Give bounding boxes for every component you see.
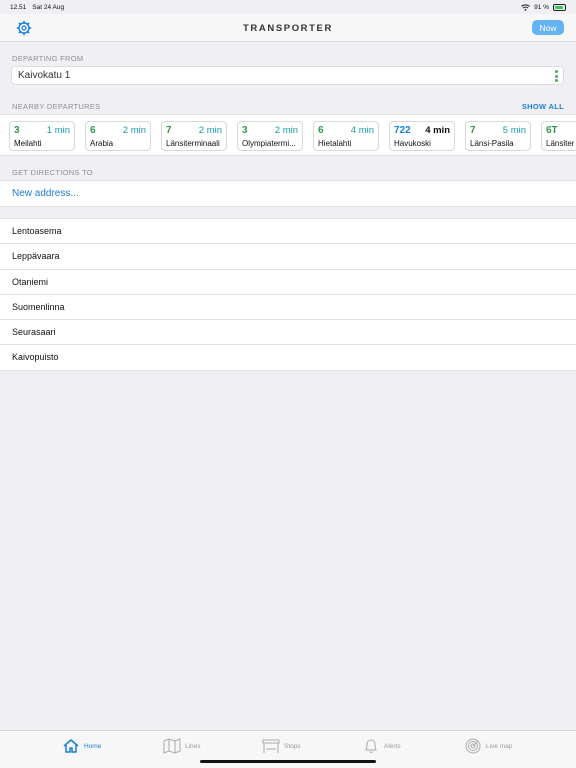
departing-from-field[interactable]: Kaivokatu 1 — [11, 66, 564, 85]
status-time: 12.51 — [10, 3, 27, 11]
line-number: 7 — [166, 125, 172, 136]
tab-stops[interactable]: Stops — [262, 738, 301, 754]
home-indicator — [200, 760, 376, 763]
departure-time: 4 min — [425, 125, 450, 136]
departing-header: DEPARTING FROM — [12, 54, 84, 63]
tab-label: Alerts — [384, 742, 401, 750]
tab-label: Live map — [486, 742, 513, 750]
destination: Länsi-Pasila — [470, 139, 514, 148]
line-number: 3 — [14, 125, 20, 136]
departure-time: 2 min — [198, 125, 222, 136]
departure-time: 5 min — [502, 125, 526, 136]
line-number: 6 — [90, 125, 96, 136]
departure-card[interactable]: 6 2 min Arabia — [85, 121, 151, 151]
destination: Olympiatermi... — [242, 139, 296, 148]
tab-lines[interactable]: Lines — [163, 738, 201, 754]
destination: Havukoski — [394, 139, 431, 148]
place-item[interactable]: Lentoasema — [0, 219, 576, 245]
tab-alerts[interactable]: Alerts — [362, 738, 401, 754]
navigation-bar: TRANSPORTER Now — [0, 14, 576, 42]
destination: Arabia — [90, 139, 114, 148]
line-number: 6T — [546, 125, 558, 136]
line-number: 7 — [470, 125, 476, 136]
radar-icon — [465, 738, 481, 754]
wifi-icon — [521, 3, 531, 11]
status-date: Sat 24 Aug — [32, 3, 65, 11]
nearby-departures-strip[interactable]: 3 1 min Meilahti 6 2 min Arabia 7 2 min … — [0, 114, 576, 156]
battery-percent: 91 % — [534, 3, 549, 11]
tab-label: Home — [84, 742, 102, 750]
line-number: 722 — [394, 125, 411, 136]
destination: Hietalahti — [318, 139, 352, 148]
place-item[interactable]: Seurasaari — [0, 320, 576, 346]
tab-bar: Home Lines Stops Alerts Live map — [0, 730, 576, 768]
home-icon — [63, 738, 79, 753]
departure-time: 2 min — [122, 125, 146, 136]
departure-card[interactable]: 3 1 min Meilahti — [9, 121, 75, 151]
new-address-link[interactable]: New address... — [12, 188, 79, 199]
departure-card[interactable]: 3 2 min Olympiatermi... — [237, 121, 303, 151]
now-button[interactable]: Now — [532, 20, 564, 35]
place-item[interactable]: Otaniemi — [0, 270, 576, 295]
departure-card[interactable]: 7 5 min Länsi-Pasila — [465, 121, 531, 151]
saved-places-list: Lentoasema Leppävaara Otaniemi Suomenlin… — [0, 218, 576, 371]
departure-time: 1 min — [46, 125, 70, 136]
destination: Länsiterminaali — [166, 139, 220, 148]
departing-from-value: Kaivokatu 1 — [18, 70, 71, 81]
status-bar: 12.51 Sat 24 Aug 91 % — [0, 0, 576, 14]
place-item[interactable]: Suomenlinna — [0, 295, 576, 321]
map-icon — [163, 738, 181, 754]
directions-header: GET DIRECTIONS TO — [12, 168, 93, 177]
place-item[interactable]: Leppävaara — [0, 244, 576, 270]
departure-time: 2 min — [274, 125, 298, 136]
new-address-row[interactable]: New address... — [0, 180, 576, 207]
departure-card[interactable]: 722 4 min Havukoski — [389, 121, 455, 151]
tab-label: Stops — [284, 742, 301, 750]
destination: Länsiter — [546, 139, 575, 148]
app-title: TRANSPORTER — [243, 23, 333, 34]
tab-home[interactable]: Home — [62, 738, 101, 754]
place-item[interactable]: Kaivopuisto — [0, 345, 576, 371]
tab-live-map[interactable]: Live map — [464, 738, 512, 754]
tab-label: Lines — [185, 742, 201, 750]
more-options-icon[interactable] — [555, 70, 558, 82]
nearby-departures-header: NEARBY DEPARTURES — [12, 102, 101, 111]
show-all-link[interactable]: SHOW ALL — [522, 102, 564, 111]
departure-time: 4 min — [350, 125, 374, 136]
departure-card[interactable]: 6T Länsiter — [541, 121, 576, 151]
destination: Meilahti — [14, 139, 42, 148]
battery-icon — [553, 3, 566, 11]
departure-card[interactable]: 7 2 min Länsiterminaali — [161, 121, 227, 151]
departure-card[interactable]: 6 4 min Hietalahti — [313, 121, 379, 151]
line-number: 6 — [318, 125, 324, 136]
bell-icon — [365, 739, 377, 754]
stop-shelter-icon — [262, 739, 280, 753]
line-number: 3 — [242, 125, 248, 136]
